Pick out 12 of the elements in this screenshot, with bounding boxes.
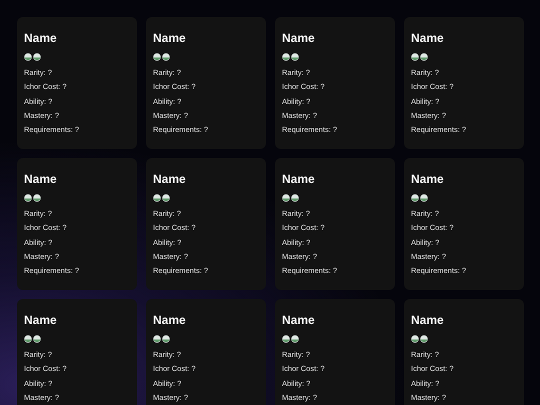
card-title: Name <box>153 31 187 45</box>
card-title: Name <box>282 313 316 327</box>
card-title: Name <box>153 172 187 186</box>
card-title: Name <box>24 313 58 327</box>
card-title: Name <box>411 313 445 327</box>
card-title: Name <box>411 172 445 186</box>
card-title: Name <box>282 172 316 186</box>
card-title: Name <box>282 31 316 45</box>
card-title: Name <box>24 172 58 186</box>
card-title: Name <box>153 313 187 327</box>
card-title: Name <box>24 31 58 45</box>
card-title: Name <box>411 31 445 45</box>
